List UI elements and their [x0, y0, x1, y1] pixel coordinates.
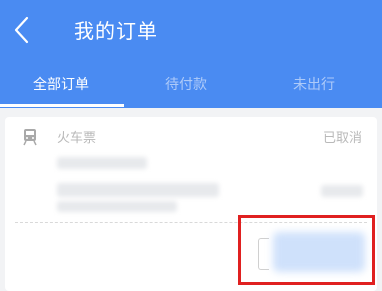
blurred-route-text — [57, 157, 147, 169]
tab-pending-payment[interactable]: 待付款 — [165, 74, 207, 94]
app-header: 我的订单 全部订单 待付款 未出行 — [0, 0, 382, 108]
tab-all-orders[interactable]: 全部订单 — [33, 74, 89, 94]
tab-not-traveled[interactable]: 未出行 — [293, 74, 335, 94]
highlight-annotation-box — [238, 215, 375, 285]
blurred-price — [321, 185, 363, 197]
blurred-trip-details — [57, 183, 219, 197]
page-title: 我的订单 — [74, 19, 158, 43]
order-type-label: 火车票 — [57, 131, 97, 146]
chevron-left-icon[interactable] — [10, 14, 34, 46]
order-tabs: 全部订单 待付款 未出行 — [0, 64, 382, 108]
order-status-badge: 已取消 — [322, 131, 362, 146]
blurred-trip-subdetails — [57, 201, 177, 212]
train-icon — [23, 129, 37, 146]
active-tab-indicator — [0, 104, 124, 107]
